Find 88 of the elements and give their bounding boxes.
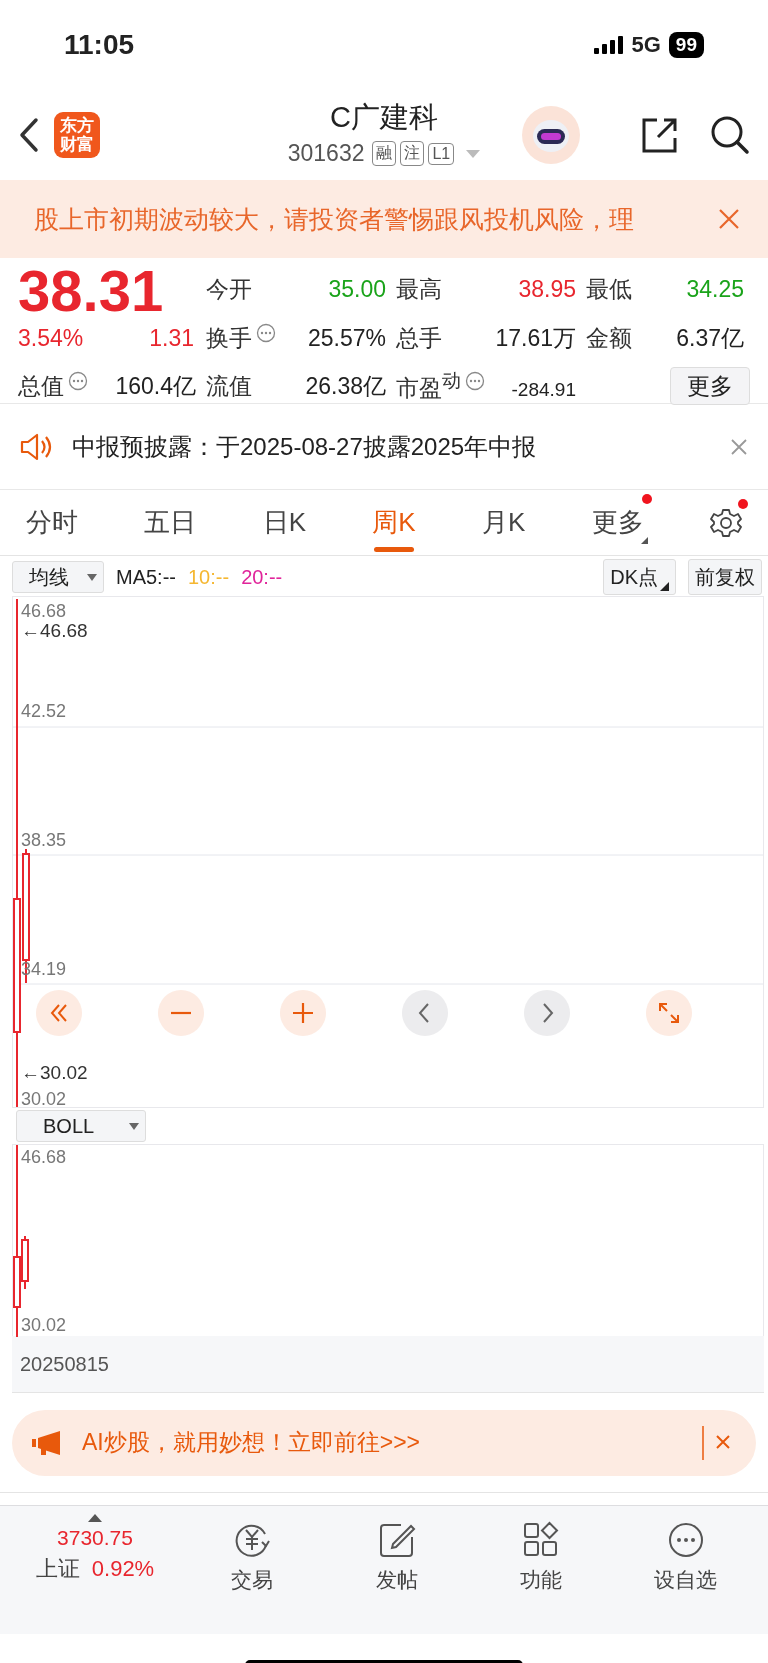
stock-tag: L1 (428, 142, 455, 165)
price-axis-label: 30.02 (21, 1315, 67, 1335)
close-icon[interactable] (702, 1425, 732, 1460)
corner-triangle-icon (660, 582, 669, 591)
info-icon[interactable] (68, 371, 88, 391)
price-axis-label: 38.35 (21, 830, 67, 850)
corner-triangle-icon (640, 536, 648, 544)
max-price-marker: ←46.68 (21, 621, 88, 641)
price-axis-label: 30.02 (21, 1089, 67, 1109)
stock-tag: 融 (372, 141, 397, 166)
index-value: 3730.75 (57, 1526, 133, 1550)
price-axis-label: 46.68 (21, 1147, 67, 1167)
expand-icon (656, 1000, 682, 1026)
stat-value: 38.95 (518, 275, 576, 303)
rewind-button[interactable] (36, 990, 82, 1036)
watchlist-nav-button[interactable]: 设自选 (613, 1514, 758, 1594)
min-price-marker: ←30.02 (21, 1063, 88, 1083)
trade-nav-button[interactable]: 交易 (180, 1514, 325, 1594)
stock-tag: 注 (400, 141, 425, 166)
prev-button[interactable] (402, 990, 448, 1036)
stat-label: 总手 (396, 323, 442, 353)
stat-label: 最高 (396, 274, 442, 304)
caret-icon (87, 573, 97, 581)
functions-nav-button[interactable]: 功能 (469, 1514, 614, 1594)
index-ticker[interactable]: 3730.75 上证 0.92% (10, 1514, 180, 1584)
back-icon[interactable] (18, 117, 40, 153)
period-tab[interactable]: 日K (262, 489, 306, 556)
stat-value: 17.61万 (495, 323, 576, 353)
price-axis-label: 46.68 (21, 601, 67, 621)
signal-icon (593, 36, 624, 54)
stat-label: 换手 (206, 323, 252, 353)
stat-label: 总值 (18, 371, 64, 401)
period-tab[interactable]: 月K (482, 489, 526, 556)
indicator-select[interactable]: 均线 (12, 561, 104, 593)
stat-value: 25.57% (308, 324, 386, 352)
settings-icon[interactable] (710, 506, 742, 539)
ma-legend: 20:-- (241, 565, 283, 589)
robot-avatar-icon[interactable] (522, 106, 580, 164)
info-icon[interactable] (256, 323, 276, 343)
stat-value: 26.38亿 (305, 371, 386, 401)
period-tab[interactable]: 更多 (591, 489, 644, 556)
current-price: 38.31 (18, 264, 165, 314)
info-icon[interactable] (465, 371, 485, 391)
stat-value: 6.37亿 (676, 323, 744, 353)
ma-legend: 10:-- (188, 565, 230, 589)
period-tab[interactable]: 周K (372, 489, 416, 556)
change-amount: 1.31 (149, 324, 194, 352)
ma-legend: MA5:-- (116, 565, 176, 589)
plus-icon (290, 1000, 316, 1026)
period-tab[interactable]: 五日 (144, 489, 197, 556)
stat-value: 160.4亿 (115, 371, 196, 401)
stat-label: 今开 (206, 274, 252, 304)
price-axis-label: 42.52 (21, 701, 67, 721)
stat-value: 34.25 (686, 275, 744, 303)
dropdown-icon[interactable] (466, 149, 481, 158)
speaker-icon (20, 431, 54, 462)
status-time: 11:05 (64, 29, 135, 61)
close-icon[interactable] (730, 437, 748, 456)
adjust-button[interactable]: 前复权 (688, 559, 762, 595)
indicator-select[interactable]: BOLL (16, 1110, 146, 1142)
notice-text: 中报预披露：于2025-08-27披露2025年中报 (72, 431, 538, 462)
stat-value: 35.00 (328, 275, 386, 303)
index-change: 0.92% (91, 1556, 155, 1582)
date-label: 20250815 (20, 1352, 109, 1376)
caret-icon (129, 1122, 139, 1130)
expand-button[interactable] (646, 990, 692, 1036)
period-tab[interactable]: 分时 (26, 489, 78, 556)
risk-warning-text: 股上市初期波动较大，请投资者警惕跟风投机风险，理 (34, 203, 634, 235)
post-nav-button[interactable]: 发帖 (324, 1514, 469, 1594)
battery-indicator: 99 (668, 32, 704, 58)
next-button[interactable] (524, 990, 570, 1036)
network-label: 5G (631, 32, 661, 58)
stat-value: -284.91 (511, 379, 576, 401)
stat-label: 最低 (586, 274, 632, 304)
dk-button[interactable]: DK点 (603, 559, 676, 595)
up-triangle-icon (88, 1514, 102, 1522)
more-button[interactable]: 更多 (670, 367, 750, 405)
close-icon[interactable] (718, 208, 740, 230)
stat-label: 流值 (206, 371, 252, 401)
stock-title: C广建科 (330, 100, 438, 135)
index-name: 上证 (35, 1555, 80, 1583)
stat-label: 市盈$^{动}$ (396, 369, 461, 403)
stat-label: 金额 (586, 323, 632, 353)
change-percent: 3.54% (18, 324, 84, 352)
search-icon[interactable] (710, 115, 750, 155)
stock-code: 301632 (287, 140, 365, 167)
minus-icon (168, 1011, 194, 1015)
zoom-in-button[interactable] (280, 990, 326, 1036)
